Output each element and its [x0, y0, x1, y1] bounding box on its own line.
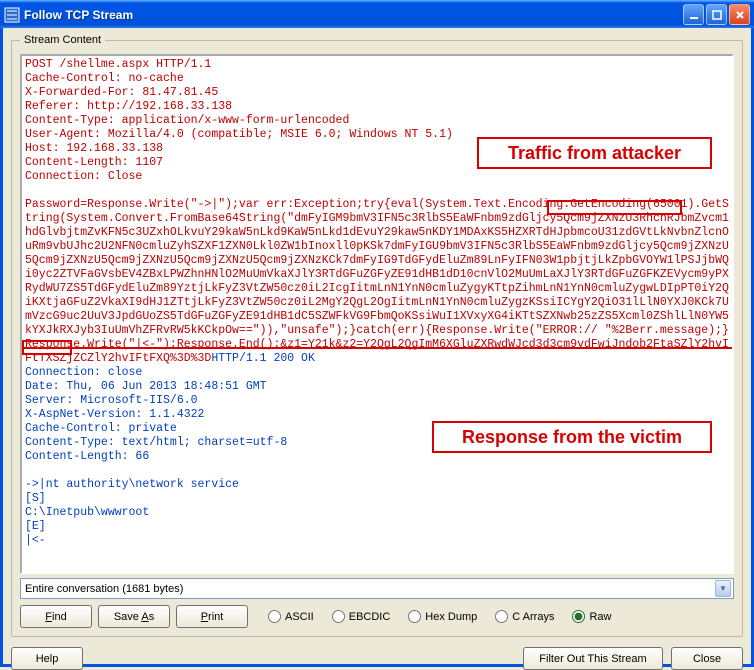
radio-raw[interactable]: Raw	[572, 610, 611, 623]
maximize-button[interactable]	[706, 4, 727, 25]
radio-carrays[interactable]: C Arrays	[495, 610, 554, 623]
radio-ebcdic[interactable]: EBCDIC	[332, 610, 391, 623]
encoding-radios: ASCII EBCDIC Hex Dump C Arrays Raw	[268, 610, 611, 623]
client-area: Stream Content POST /shellme.aspx HTTP/1…	[0, 28, 754, 667]
radio-hexdump[interactable]: Hex Dump	[408, 610, 477, 623]
print-button[interactable]: Print	[176, 605, 248, 628]
stream-content-group: Stream Content POST /shellme.aspx HTTP/1…	[11, 34, 743, 637]
find-button[interactable]: Find	[20, 605, 92, 628]
chevron-down-icon: ▼	[715, 580, 731, 597]
minimize-button[interactable]	[683, 4, 704, 25]
conversation-select-value: Entire conversation (1681 bytes)	[25, 583, 183, 595]
close-button[interactable]	[729, 4, 750, 25]
stream-content-legend: Stream Content	[20, 34, 105, 46]
save-as-button[interactable]: Save As	[98, 605, 170, 628]
stream-content-text: POST /shellme.aspx HTTP/1.1 Cache-Contro…	[25, 58, 729, 548]
radio-ascii[interactable]: ASCII	[268, 610, 314, 623]
response-text: HTTP/1.1 200 OK Connection: close Date: …	[25, 352, 315, 547]
titlebar[interactable]: Follow TCP Stream	[0, 0, 754, 28]
app-icon	[4, 7, 20, 23]
conversation-select[interactable]: Entire conversation (1681 bytes) ▼	[20, 578, 734, 599]
window-title: Follow TCP Stream	[24, 8, 683, 22]
toolbar-row: Find Save As Print ASCII EBCDIC Hex Dump…	[20, 605, 734, 628]
request-text: POST /shellme.aspx HTTP/1.1 Cache-Contro…	[25, 58, 729, 365]
stream-text-area[interactable]: POST /shellme.aspx HTTP/1.1 Cache-Contro…	[20, 54, 734, 574]
